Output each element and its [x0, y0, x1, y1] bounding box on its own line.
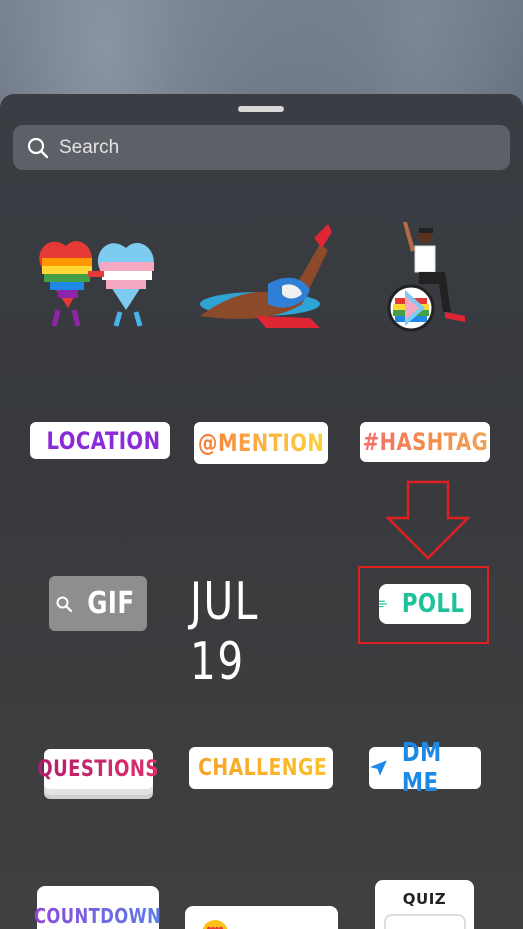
- location-sticker[interactable]: LOCATION: [30, 422, 170, 459]
- emoji-slider-sticker[interactable]: [185, 906, 338, 929]
- countdown-label: COUNTDOWN: [34, 904, 162, 928]
- challenge-label: CHALLENGE: [198, 755, 328, 781]
- wheelchair-sticker[interactable]: [385, 220, 470, 335]
- date-sticker[interactable]: JUL 19: [190, 572, 303, 692]
- gif-sticker[interactable]: GIF: [49, 576, 147, 631]
- countdown-sticker[interactable]: COUNTDOWN: [34, 886, 162, 929]
- dm-me-label: DM ME: [401, 738, 442, 798]
- quiz-label: QUIZ: [402, 890, 447, 908]
- search-icon: [56, 596, 73, 612]
- mention-label: @MENTION: [197, 429, 325, 457]
- poll-label: POLL: [401, 589, 465, 619]
- send-icon: [369, 760, 387, 776]
- gif-label: GIF: [87, 586, 135, 621]
- annotation-arrow: [386, 480, 470, 560]
- questions-sticker[interactable]: QUESTIONS: [38, 749, 159, 789]
- search-icon: [27, 137, 49, 158]
- heart-eyes-emoji-icon: [202, 920, 228, 929]
- challenge-sticker[interactable]: CHALLENGE: [189, 747, 333, 789]
- search-bar[interactable]: Search: [13, 125, 510, 170]
- questions-label: QUESTIONS: [37, 756, 160, 782]
- poll-sticker[interactable]: POLL: [379, 584, 471, 624]
- hashtag-sticker[interactable]: #HASHTAG: [360, 422, 490, 462]
- poll-lines-icon: [379, 600, 387, 608]
- hashtag-label: #HASHTAG: [362, 428, 488, 456]
- location-label: LOCATION: [46, 426, 160, 455]
- quiz-sticker[interactable]: QUIZ: [375, 880, 474, 929]
- dancer-sticker[interactable]: [190, 224, 335, 334]
- quiz-answer-box: [383, 914, 466, 929]
- search-placeholder: Search: [59, 136, 120, 158]
- sticker-tray: Search LOCATION @MENTION #HASHTAG GIF JU…: [0, 94, 523, 929]
- dm-me-sticker[interactable]: DM ME: [369, 738, 481, 798]
- pride-hearts-sticker[interactable]: [28, 228, 168, 328]
- mention-sticker[interactable]: @MENTION: [194, 422, 328, 464]
- drag-handle[interactable]: [238, 106, 284, 112]
